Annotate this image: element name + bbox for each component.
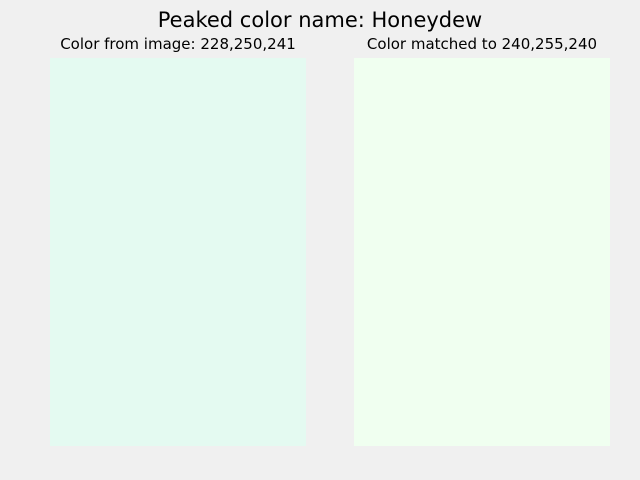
- left-panel-title: Color from image: 228,250,241: [60, 35, 296, 53]
- figure-canvas: Peaked color name: Honeydew Color from i…: [0, 0, 640, 480]
- right-panel-title: Color matched to 240,255,240: [366, 35, 598, 53]
- figure-title: Peaked color name: Honeydew: [157, 8, 483, 32]
- image-color-swatch: [50, 58, 306, 446]
- matched-color-swatch: [354, 58, 610, 446]
